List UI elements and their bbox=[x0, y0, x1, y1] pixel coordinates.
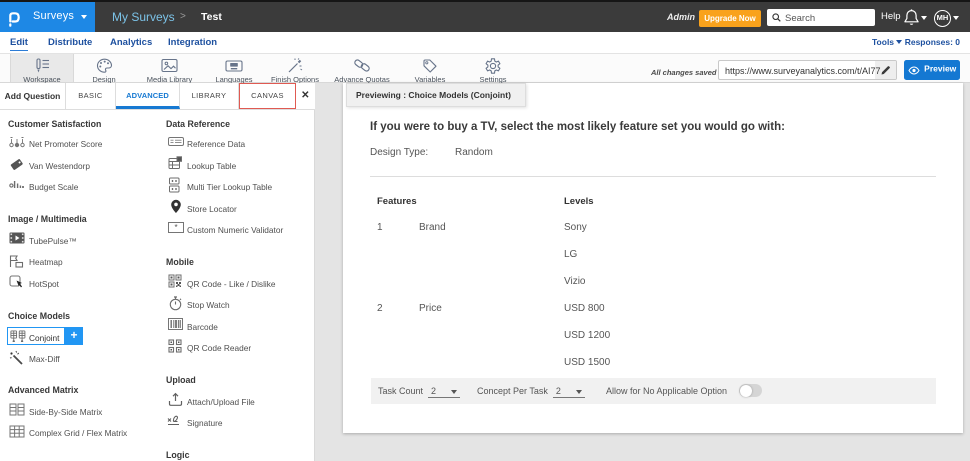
svg-text:*: * bbox=[174, 223, 177, 232]
